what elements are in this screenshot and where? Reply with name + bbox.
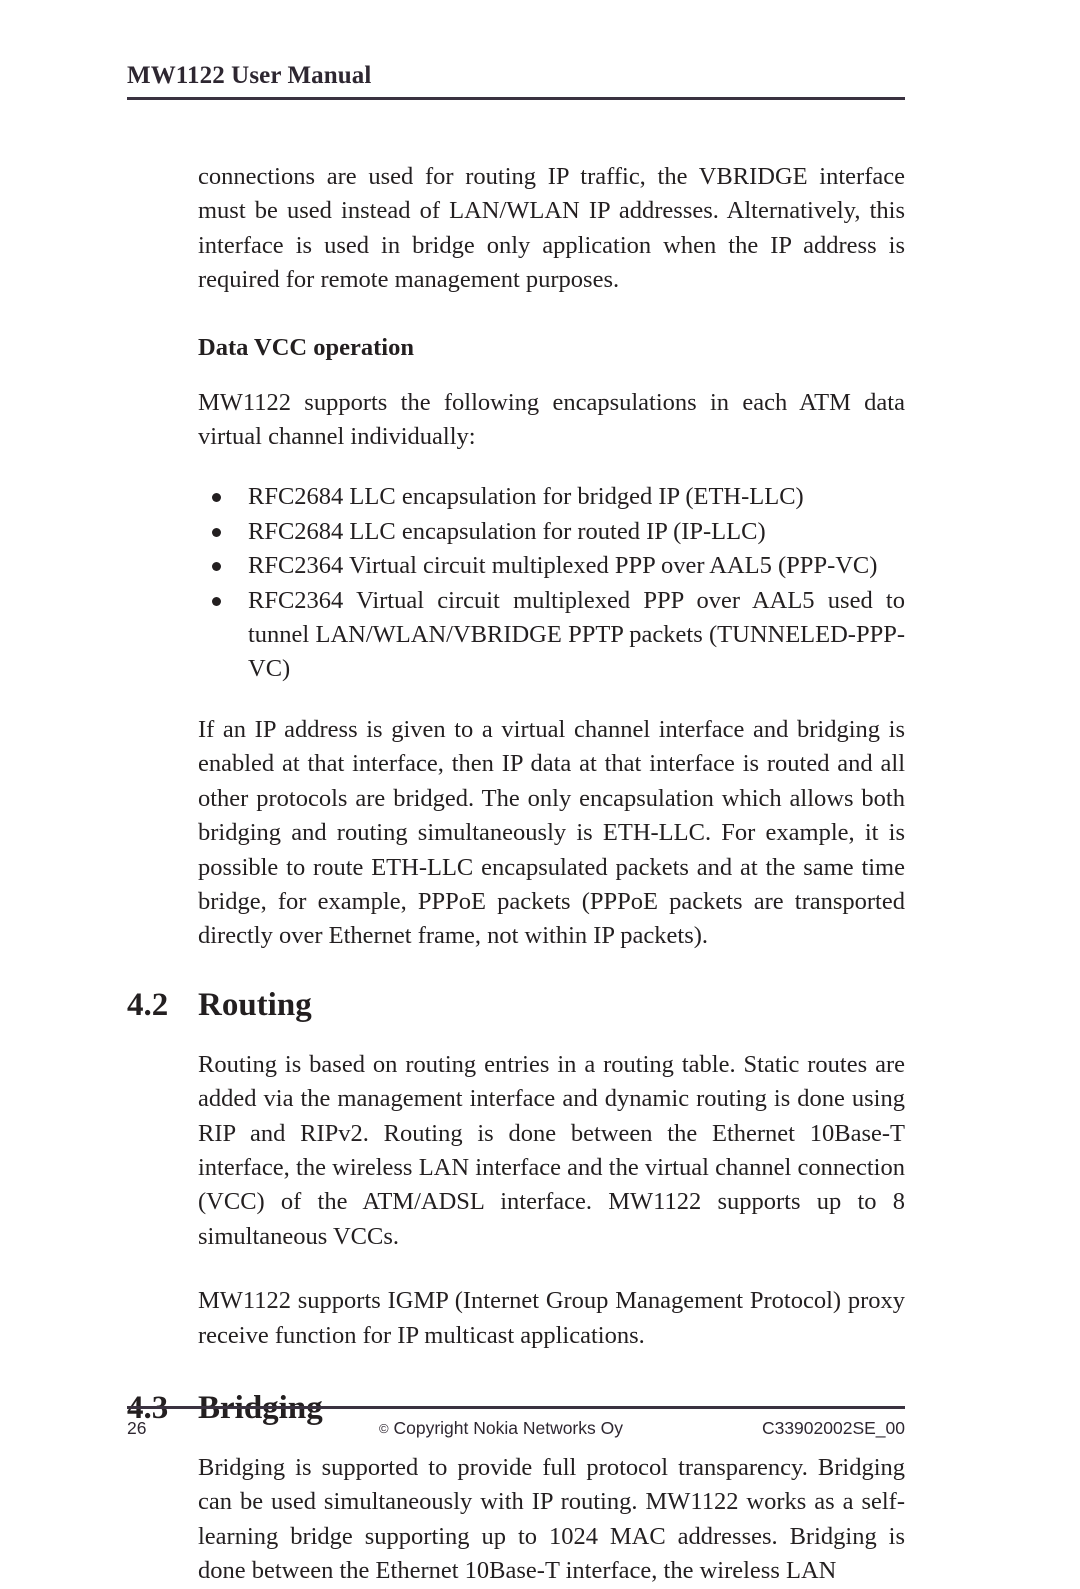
header-title: MW1122 User Manual xyxy=(127,62,372,89)
list-item: RFC2364 Virtual circuit multiplexed PPP … xyxy=(198,549,905,583)
page-number: 26 xyxy=(127,1418,147,1438)
bullet-dot-icon xyxy=(212,493,221,503)
list-item-label: RFC2364 Virtual circuit multiplexed PPP … xyxy=(248,552,878,580)
intro-paragraph: connections are used for routing IP traf… xyxy=(198,163,905,294)
list-item-label: RFC2684 LLC encapsulation for routed IP … xyxy=(248,517,766,545)
encapsulation-intro-block: MW1122 supports the following encapsulat… xyxy=(198,386,905,455)
page-header: MW1122 User Manual xyxy=(127,62,905,100)
ip-address-paragraph: If an IP address is given to a virtual c… xyxy=(198,715,905,950)
data-vcc-operation-heading: Data VCC operation xyxy=(198,333,414,361)
list-item: RFC2684 LLC encapsulation for bridged IP… xyxy=(198,480,905,514)
document-code: C33902002SE_00 xyxy=(761,1418,905,1438)
bridging-paragraph-block: Bridging is supported to provide full pr… xyxy=(198,1451,905,1589)
copyright-text: Copyright Nokia Networks Oy xyxy=(393,1418,623,1438)
bullet-dot-icon xyxy=(212,596,221,606)
routing-paragraph-1: Routing is based on routing entries in a… xyxy=(198,1050,905,1250)
encapsulation-bullet-list: RFC2684 LLC encapsulation for bridged IP… xyxy=(198,480,905,686)
header-divider xyxy=(127,96,905,100)
page-footer: 26 © Copyright Nokia Networks Oy C339020… xyxy=(127,1406,905,1439)
intro-paragraph-block: connections are used for routing IP traf… xyxy=(198,160,905,298)
bullet-dot-icon xyxy=(212,562,221,572)
copyright-symbol-icon: © xyxy=(379,1421,389,1436)
section-number: 4.2 xyxy=(127,986,169,1023)
bridging-paragraph: Bridging is supported to provide full pr… xyxy=(198,1453,905,1585)
list-item: RFC2684 LLC encapsulation for routed IP … xyxy=(198,515,905,549)
subheading-block: Data VCC operation xyxy=(198,332,905,364)
routing-paragraph-block-2: MW1122 supports IGMP (Internet Group Man… xyxy=(198,1284,905,1353)
footer-divider xyxy=(127,1406,905,1409)
section-heading-routing: 4.2 Routing xyxy=(127,984,905,1026)
ip-address-paragraph-block: If an IP address is given to a virtual c… xyxy=(198,713,905,954)
section-title: Routing xyxy=(198,986,312,1023)
list-item-label: RFC2364 Virtual circuit multiplexed PPP … xyxy=(248,586,905,683)
document-page: MW1122 User Manual connections are used … xyxy=(0,0,1080,1584)
page-content: connections are used for routing IP traf… xyxy=(127,160,905,1589)
routing-paragraph-2: MW1122 supports IGMP (Internet Group Man… xyxy=(198,1287,905,1349)
bullet-dot-icon xyxy=(212,527,221,537)
copyright-notice: © Copyright Nokia Networks Oy xyxy=(327,1418,675,1439)
list-item: RFC2364 Virtual circuit multiplexed PPP … xyxy=(198,584,905,687)
routing-paragraph-block-1: Routing is based on routing entries in a… xyxy=(198,1048,905,1254)
list-item-label: RFC2684 LLC encapsulation for bridged IP… xyxy=(248,483,804,511)
encapsulation-intro-paragraph: MW1122 supports the following encapsulat… xyxy=(198,388,905,451)
